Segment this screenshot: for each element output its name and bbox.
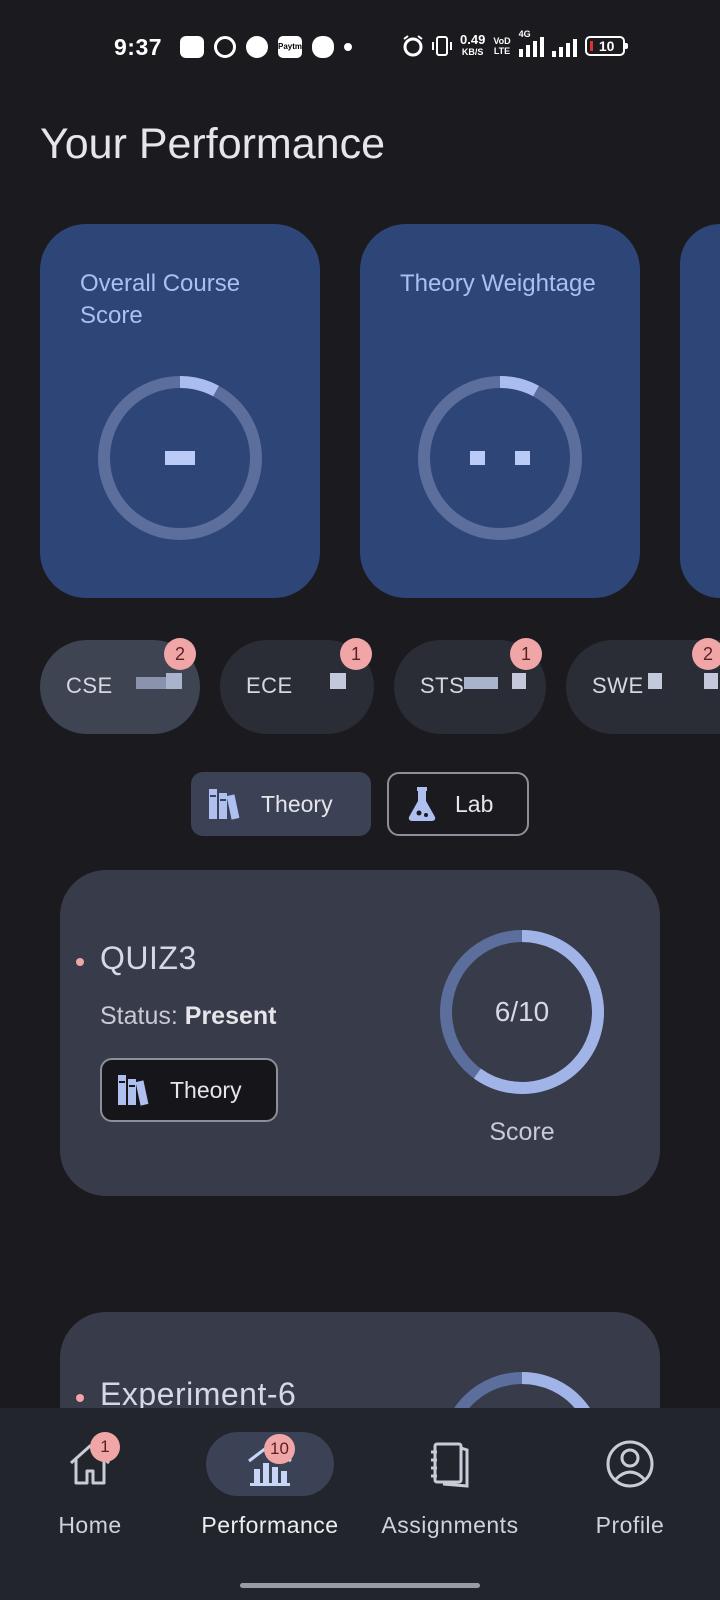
books-icon <box>209 789 240 820</box>
chip-badge: 1 <box>340 638 372 670</box>
metric-label: Overall Course Score <box>80 270 241 329</box>
score-value: 6/10 <box>494 996 550 1027</box>
person-icon <box>606 1440 654 1488</box>
notebook-icon <box>431 1442 469 1488</box>
battery-icon: 10 <box>584 36 628 56</box>
redacted-value <box>330 673 346 689</box>
record-status: Status: Present <box>100 1002 277 1030</box>
metric-label: Theory Weightage <box>400 270 596 297</box>
toggle-theory-label: Theory <box>261 790 333 817</box>
chip-badge: 2 <box>692 638 720 670</box>
metric-card-theory-weightage[interactable]: Theory Weightage <box>360 224 640 598</box>
nav-badge: 10 <box>264 1434 295 1464</box>
unread-dot <box>76 958 84 966</box>
nav-profile[interactable]: Profile <box>540 1408 720 1558</box>
redacted-value <box>136 673 182 689</box>
youtube-icon <box>180 36 204 58</box>
more-notifications-icon <box>344 43 352 51</box>
toggle-theory[interactable]: Theory <box>191 772 371 836</box>
chip-badge: 1 <box>510 638 542 670</box>
chip-swe[interactable]: SWE 2 <box>566 638 720 734</box>
nav-badge: 1 <box>90 1432 120 1462</box>
chip-ece[interactable]: ECE 1 <box>220 638 374 734</box>
toggle-lab-label: Lab <box>455 790 494 817</box>
chip-cse[interactable]: CSE 2 <box>40 638 200 734</box>
app-circle-icon <box>246 36 268 58</box>
nav-home[interactable]: 1 Home <box>0 1408 180 1558</box>
status-time: 9:37 <box>114 34 163 60</box>
redacted-value <box>96 374 264 542</box>
home-indicator[interactable] <box>240 1583 480 1588</box>
alarm-icon <box>403 35 423 57</box>
bottom-navigation: 1 Home 10 Performance Assignments Profil… <box>0 1408 720 1600</box>
metric-card-partial[interactable] <box>680 224 720 598</box>
vibrate-icon <box>432 36 452 56</box>
signal-icon <box>551 35 577 57</box>
discord-icon <box>214 36 236 58</box>
system-icons: 0.49 KB/S VoD LTE 4G 10 <box>402 29 628 58</box>
status-bar: 9:37 Paytm 0.49 KB/S VoD LTE 4G 10 <box>0 0 720 96</box>
page-title: Your Performance <box>40 120 385 168</box>
volte-indicator: VoD LTE <box>493 36 511 56</box>
redacted-value <box>464 673 526 689</box>
redacted-value <box>648 673 718 689</box>
nav-performance[interactable]: 10 Performance <box>180 1408 360 1558</box>
record-title: QUIZ3 <box>100 940 197 976</box>
metric-card-overall-score[interactable]: Overall Course Score <box>40 224 320 598</box>
unread-dot <box>76 1394 84 1402</box>
notification-icons: Paytm <box>180 36 352 58</box>
record-card[interactable]: QUIZ3 Status: Present Theory 6/10 Score <box>60 870 660 1196</box>
redacted-value <box>416 374 584 542</box>
flask-icon <box>408 787 436 821</box>
score-label: Score <box>489 1118 555 1146</box>
network-speed: 0.49 KB/S <box>460 32 486 57</box>
chip-badge: 2 <box>164 638 196 670</box>
record-type-tag: Theory <box>100 1058 278 1122</box>
nav-assignments[interactable]: Assignments <box>360 1408 540 1558</box>
signal-4g-icon: 4G <box>518 29 544 57</box>
app-bars-icon <box>312 36 334 58</box>
toggle-lab[interactable]: Lab <box>387 772 529 836</box>
books-icon <box>118 1075 149 1106</box>
chip-sts[interactable]: STS 1 <box>394 638 546 734</box>
paytm-icon: Paytm <box>278 36 302 58</box>
